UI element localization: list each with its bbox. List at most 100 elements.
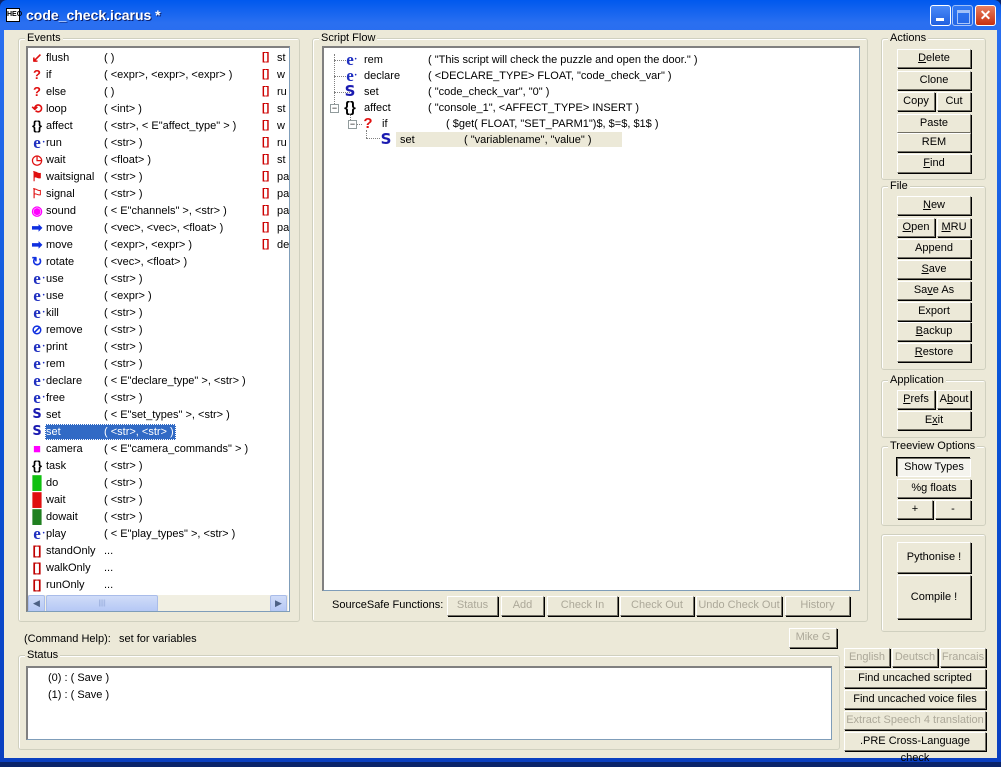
find-button[interactable]: Find: [897, 154, 971, 173]
event-item-column2[interactable]: [] st: [262, 152, 289, 169]
scroll-right-button[interactable]: ▶: [270, 595, 287, 611]
event-item[interactable]: ◷ wait ( <float> ): [28, 152, 288, 169]
sourcesafe-checkout-button[interactable]: Check Out: [620, 596, 694, 616]
delete-button[interactable]: Delete: [897, 49, 971, 68]
deutsch-button[interactable]: Deutsch: [892, 648, 938, 667]
open-button[interactable]: Open: [897, 218, 935, 237]
sourcesafe-status-button[interactable]: Status: [447, 596, 498, 616]
clone-button[interactable]: Clone: [897, 71, 971, 90]
g-floats-toggle[interactable]: %g floats: [897, 479, 971, 498]
sourcesafe-checkin-button[interactable]: Check In: [547, 596, 618, 616]
sourcesafe-history-button[interactable]: History: [785, 596, 850, 616]
find-uncached-audio-button[interactable]: Find uncached scripted audio: [844, 669, 986, 701]
script-node[interactable]: {} affect ( "console_1", <AFFECT_TYPE> INS…: [324, 100, 844, 116]
sourcesafe-add-button[interactable]: Add: [501, 596, 544, 616]
event-item[interactable]: ekill ( <str> ): [28, 304, 288, 322]
event-item-column2[interactable]: [] de: [262, 237, 289, 254]
script-node[interactable]: edeclare( <DECLARE_TYPE> FLOAT, "code_ch…: [324, 67, 844, 84]
user-button[interactable]: Mike G: [789, 628, 837, 648]
event-item-column2[interactable]: [] ru: [262, 135, 289, 152]
expand-plus-button[interactable]: +: [897, 500, 933, 519]
pythonise-button[interactable]: Pythonise !: [897, 542, 971, 573]
event-item[interactable]: █ do ( <str> ): [28, 475, 288, 492]
event-item[interactable]: [] standOnly...: [28, 543, 288, 560]
event-item[interactable]: ⟲ loop ( <int> ): [28, 101, 288, 118]
event-item[interactable]: ➡ move ( <vec>, <vec>, <float> ): [28, 220, 288, 237]
paste-button[interactable]: Paste: [897, 114, 971, 133]
sourcesafe-undo-checkout-button[interactable]: Undo Check Out: [696, 596, 782, 616]
rem-button[interactable]: REM: [897, 133, 971, 152]
show-types-toggle[interactable]: Show Types: [897, 458, 971, 477]
event-item[interactable]: efree ( <str> ): [28, 389, 288, 407]
prefs-button[interactable]: Prefs: [897, 390, 935, 409]
append-button[interactable]: Append: [897, 239, 971, 258]
event-item[interactable]: ? if ( <expr>, <expr>, <expr> ): [28, 67, 288, 84]
event-item[interactable]: ⚑ waitsignal ( <str> ): [28, 169, 288, 186]
event-item[interactable]: ◉ sound ( < E"channels" >, <str> ): [28, 203, 288, 220]
event-item[interactable]: ➡ move ( <expr>, <expr> ): [28, 237, 288, 254]
restore-button[interactable]: Restore: [897, 343, 971, 362]
collapse-minus-button[interactable]: -: [935, 500, 971, 519]
save-as-button[interactable]: Save As: [897, 281, 971, 300]
cut-button[interactable]: Cut: [937, 92, 971, 111]
event-item[interactable]: edeclare ( < E"declare_type" >, <str> ): [28, 372, 288, 390]
events-list[interactable]: ↙ flush ( )? if ( <expr>, <expr>, <expr> )? e…: [26, 46, 290, 612]
event-item-column2[interactable]: [] pa: [262, 220, 289, 237]
events-horizontal-scrollbar[interactable]: ◀ |||| ▶: [28, 595, 288, 611]
event-item[interactable]: euse ( <expr> ): [28, 287, 288, 305]
event-item[interactable]: eplay ( < E"play_types" >, <str> ): [28, 525, 288, 543]
event-item[interactable]: {} task ( <str> ): [28, 458, 288, 475]
event-item[interactable]: ⊘ remove ( <str> ): [28, 322, 288, 339]
extract-speech-button[interactable]: Extract Speech 4 translation: [844, 711, 986, 730]
pre-cross-language-check-button[interactable]: .PRE Cross-Language check: [844, 732, 986, 764]
event-item[interactable]: ↻ rotate ( <vec>, <float> ): [28, 254, 288, 271]
event-item-column2[interactable]: [] pa: [262, 203, 289, 220]
export-button[interactable]: Export: [897, 302, 971, 321]
event-item-column2[interactable]: [] ru: [262, 84, 289, 101]
event-item-column2[interactable]: [] st: [262, 50, 289, 67]
status-log[interactable]: (0) : ( Save ) (1) : ( Save ): [26, 666, 832, 740]
event-item[interactable]: Sset ( < E"set_types" >, <str> ): [28, 407, 288, 424]
event-item[interactable]: ? else ( ): [28, 84, 288, 101]
script-node[interactable]: Sset ( "code_check_var", "0" ): [324, 84, 844, 100]
minimize-button[interactable]: [930, 5, 951, 26]
event-item-column2[interactable]: [] w: [262, 67, 289, 84]
event-item[interactable]: [] walkOnly...: [28, 560, 288, 577]
script-flow-tree[interactable]: −−erem( "This script will check the puzz…: [322, 46, 860, 591]
event-item[interactable]: ↙ flush ( ): [28, 50, 288, 67]
exit-button[interactable]: Exit: [897, 411, 971, 430]
event-item-column2[interactable]: [] pa: [262, 169, 289, 186]
event-item[interactable]: ■ camera ( < E"camera_commands" > ): [28, 441, 288, 458]
backup-button[interactable]: Backup: [897, 322, 971, 341]
close-button[interactable]: ✕: [975, 5, 996, 26]
event-item-column2[interactable]: [] w: [262, 118, 289, 135]
event-item[interactable]: euse ( <str> ): [28, 270, 288, 288]
event-item[interactable]: erem ( <str> ): [28, 355, 288, 373]
script-node[interactable]: Sset ( "variablename", "value" ): [324, 132, 844, 148]
scroll-thumb[interactable]: ||||: [46, 595, 158, 611]
event-item[interactable]: erun ( <str> ): [28, 134, 288, 152]
event-item[interactable]: eprint ( <str> ): [28, 338, 288, 356]
event-item-column2[interactable]: [] pa: [262, 186, 289, 203]
new-button[interactable]: New: [897, 196, 971, 215]
event-item[interactable]: [] runOnly...: [28, 577, 288, 594]
scroll-left-button[interactable]: ◀: [28, 595, 45, 611]
about-button[interactable]: About: [937, 390, 971, 409]
event-item[interactable]: {} affect ( <str>, < E"affect_type" > ): [28, 118, 288, 135]
copy-button[interactable]: Copy: [897, 92, 935, 111]
english-button[interactable]: English: [844, 648, 890, 667]
francais-button[interactable]: Francais: [940, 648, 986, 667]
event-item[interactable]: Sset ( <str>, <str> ): [28, 424, 288, 441]
event-item[interactable]: █ wait ( <str> ): [28, 492, 288, 509]
title-bar[interactable]: HEO code_check.icarus * ✕: [0, 0, 1001, 30]
script-node[interactable]: erem( "This script will check the puzzle…: [324, 51, 844, 68]
event-item-column2[interactable]: [] st: [262, 101, 289, 118]
event-item[interactable]: ⚐ signal ( <str> ): [28, 186, 288, 203]
script-node[interactable]: ? if ( $get( FLOAT, "SET_PARM1")$, $=$, $1…: [324, 116, 844, 132]
maximize-button[interactable]: [952, 5, 973, 26]
event-item[interactable]: █ dowait ( <str> ): [28, 509, 288, 526]
mru-button[interactable]: MRU: [937, 218, 971, 237]
compile-button[interactable]: Compile !: [897, 575, 971, 619]
save-button[interactable]: Save: [897, 260, 971, 279]
find-uncached-voice-button[interactable]: Find uncached voice files: [844, 690, 986, 709]
